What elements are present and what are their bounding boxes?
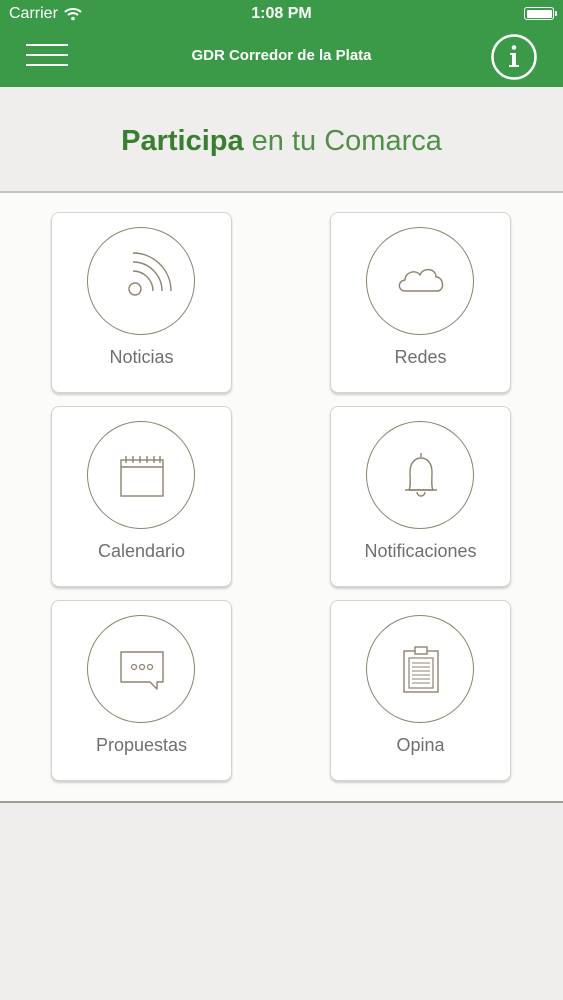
tile-label: Calendario (97, 541, 186, 561)
speech-bubble-icon (120, 651, 164, 690)
icon-circle (87, 421, 195, 529)
icon-circle (366, 615, 474, 723)
tile-propuestas[interactable]: Propuestas (51, 600, 232, 781)
status-time: 1:08 PM (251, 5, 312, 22)
hero-title-bold: Participa (121, 125, 244, 157)
tile-label: Propuestas (95, 735, 188, 755)
clipboard-icon (403, 646, 439, 693)
tile-label: Notificaciones (364, 541, 477, 561)
tile-label: Noticias (109, 347, 174, 367)
calendar-icon (120, 456, 164, 497)
rss-icon (128, 252, 172, 296)
tile-notificaciones[interactable]: Notificaciones (330, 406, 511, 587)
bell-icon (405, 453, 437, 497)
info-icon (491, 34, 537, 80)
top-bar: Carrier 1:08 PM GDR Corredor de la Plata (0, 0, 563, 87)
icon-circle (87, 615, 195, 723)
tile-noticias[interactable]: Noticias (51, 212, 232, 393)
info-button[interactable] (491, 34, 537, 80)
icon-circle (87, 227, 195, 335)
hero-section: Participa en tu Comarca (0, 87, 563, 193)
tile-label: Opina (396, 735, 445, 755)
tile-redes[interactable]: Redes (330, 212, 511, 393)
hero-title: Participa en tu Comarca (0, 125, 563, 158)
hero-title-rest: en tu Comarca (243, 125, 442, 157)
navigation-bar: GDR Corredor de la Plata (0, 30, 563, 87)
icon-circle (366, 421, 474, 529)
app-title: GDR Corredor de la Plata (191, 47, 372, 64)
status-bar: Carrier 1:08 PM (0, 0, 563, 30)
menu-panel: Noticias Redes Calendario Notificaciones… (0, 193, 563, 803)
tile-opina[interactable]: Opina (330, 600, 511, 781)
tile-calendario[interactable]: Calendario (51, 406, 232, 587)
battery-icon (524, 7, 557, 20)
cloud-icon (398, 268, 444, 292)
tile-label: Redes (394, 347, 447, 367)
icon-circle (366, 227, 474, 335)
